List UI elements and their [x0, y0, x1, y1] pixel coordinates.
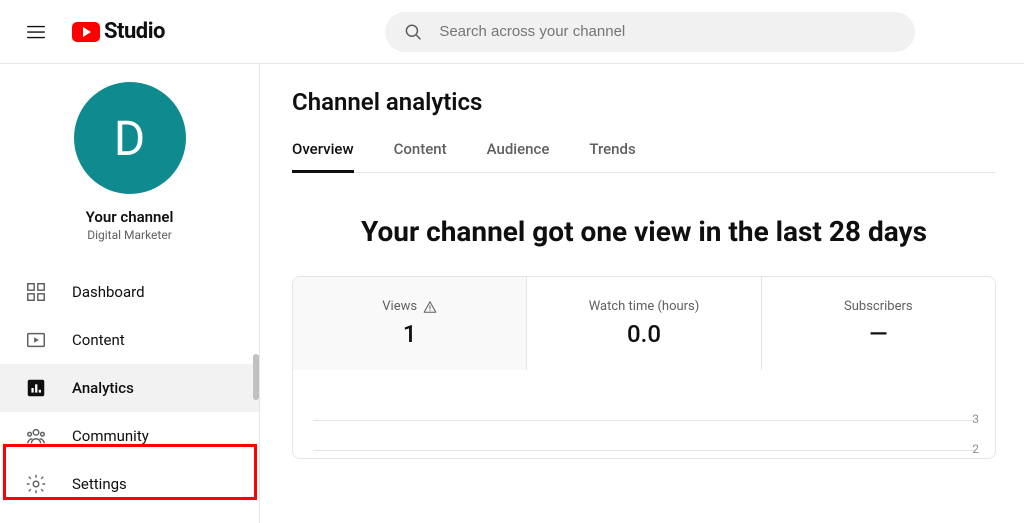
page-title: Channel analytics: [292, 88, 996, 116]
analytics-tabs: Overview Content Audience Trends: [292, 140, 996, 173]
metric-value: 0.0: [537, 320, 750, 348]
chart-gridline: 2: [313, 450, 975, 459]
sidebar-item-dashboard[interactable]: Dashboard: [0, 268, 259, 316]
sidebar-item-label: Analytics: [72, 379, 134, 397]
metric-views[interactable]: Views 1: [293, 277, 527, 370]
metric-value: 1: [303, 320, 516, 348]
dashboard-icon: [24, 280, 48, 304]
studio-logo[interactable]: Studio: [72, 19, 165, 44]
sidebar-item-label: Settings: [72, 475, 127, 493]
tab-content[interactable]: Content: [394, 140, 447, 172]
sidebar-item-label: Content: [72, 331, 125, 349]
community-icon: [24, 424, 48, 448]
search-input[interactable]: [439, 23, 897, 40]
app-header: Studio: [0, 0, 1024, 64]
headline-summary: Your channel got one view in the last 28…: [292, 215, 996, 248]
metrics-row: Views 1 Watch time (hours) 0.0 Subscribe…: [293, 277, 995, 370]
metric-value: —: [772, 320, 985, 348]
sidebar-item-content[interactable]: Content: [0, 316, 259, 364]
sidebar-item-analytics[interactable]: Analytics: [0, 364, 259, 412]
search-bar[interactable]: [385, 12, 915, 52]
layout: D Your channel Digital Marketer Dashboar…: [0, 64, 1024, 523]
sidebar-item-label: Dashboard: [72, 283, 145, 301]
metric-label: Watch time (hours): [589, 299, 700, 314]
search-icon: [403, 21, 423, 43]
warning-icon: [423, 300, 437, 314]
channel-card[interactable]: D Your channel Digital Marketer: [0, 82, 259, 252]
tab-trends[interactable]: Trends: [589, 140, 635, 172]
main-content: Channel analytics Overview Content Audie…: [260, 64, 1024, 523]
metric-label: Views: [382, 299, 437, 314]
sidebar-nav: Dashboard Content Analytics Community Se…: [0, 268, 259, 508]
y-tick: 2: [972, 442, 979, 456]
sidebar-item-label: Community: [72, 427, 149, 445]
content-icon: [24, 328, 48, 352]
tab-overview[interactable]: Overview: [292, 140, 354, 172]
hamburger-icon: [25, 21, 47, 43]
search-container: [385, 12, 915, 52]
youtube-play-icon: [72, 22, 100, 42]
views-chart: 3 2: [293, 370, 995, 458]
sidebar: D Your channel Digital Marketer Dashboar…: [0, 64, 260, 523]
sidebar-item-community[interactable]: Community: [0, 412, 259, 460]
channel-avatar: D: [74, 82, 186, 194]
y-tick: 3: [972, 412, 979, 426]
logo-text: Studio: [104, 19, 165, 44]
sidebar-item-settings[interactable]: Settings: [0, 460, 259, 508]
channel-subtitle: Digital Marketer: [16, 228, 243, 242]
metric-watch-time[interactable]: Watch time (hours) 0.0: [527, 277, 761, 370]
tab-audience[interactable]: Audience: [487, 140, 550, 172]
gear-icon: [24, 472, 48, 496]
metrics-card: Views 1 Watch time (hours) 0.0 Subscribe…: [292, 276, 996, 459]
menu-button[interactable]: [16, 12, 56, 52]
metric-label: Subscribers: [844, 299, 913, 314]
chart-gridline: 3: [313, 420, 975, 450]
sidebar-scrollbar[interactable]: [253, 354, 259, 400]
analytics-icon: [24, 376, 48, 400]
channel-title: Your channel: [16, 208, 243, 226]
metric-subscribers[interactable]: Subscribers —: [762, 277, 995, 370]
